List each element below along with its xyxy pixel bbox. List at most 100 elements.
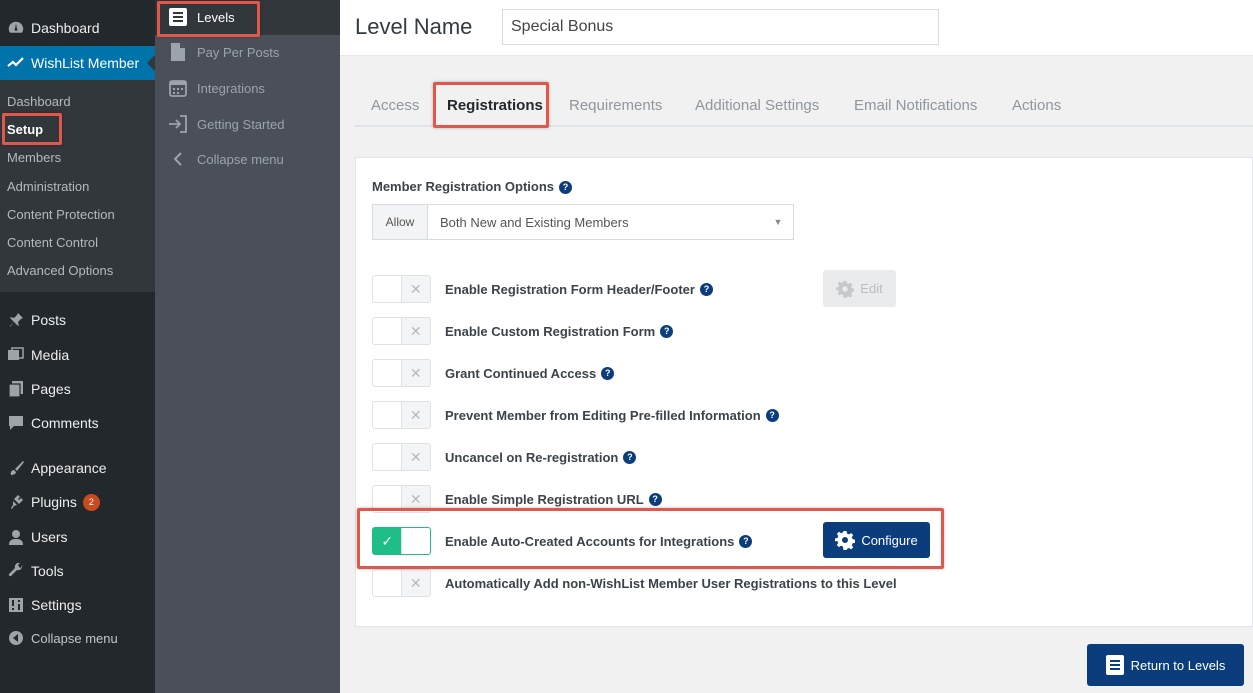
submenu-advanced-options[interactable]: Advanced Options [7, 263, 113, 278]
allow-registration-select[interactable]: Allow Both New and Existing Members ▼ [372, 204, 794, 240]
settings-sliders-icon [0, 597, 31, 613]
setting-label: Grant Continued Access [445, 365, 597, 381]
tab-actions[interactable]: Actions [1012, 97, 1061, 114]
wishlist-submenu: Dashboard Setup Members Administration C… [0, 80, 155, 292]
wl-menu-collapse[interactable]: Collapse menu [168, 149, 284, 169]
toggle-switch[interactable]: ✕ [372, 401, 431, 429]
toggle-switch[interactable]: ✕ [372, 443, 431, 471]
submenu-content-control[interactable]: Content Control [7, 235, 98, 250]
wl-menu-integrations[interactable]: Integrations [168, 78, 265, 98]
wl-menu-getting-started[interactable]: Getting Started [168, 114, 284, 134]
menu-comments-label: Comments [31, 415, 99, 431]
menu-settings-label: Settings [31, 597, 82, 613]
level-name-input[interactable] [502, 9, 939, 45]
wl-menu-pay-per-posts-label: Pay Per Posts [197, 44, 280, 60]
menu-users-label: Users [31, 529, 68, 545]
configure-button-label: Configure [861, 532, 918, 548]
help-icon[interactable]: ? [648, 492, 662, 506]
menu-wishlist-member[interactable]: WishList Member [0, 46, 155, 80]
tab-requirements[interactable]: Requirements [569, 97, 662, 114]
submenu-content-protection[interactable]: Content Protection [7, 207, 115, 222]
media-icon [0, 347, 31, 363]
x-icon: ✕ [409, 406, 422, 423]
menu-dashboard[interactable]: Dashboard [0, 11, 155, 45]
setting-label: Prevent Member from Editing Pre-filled I… [445, 407, 761, 423]
help-icon[interactable]: ? [699, 282, 713, 296]
toggle-switch[interactable]: ✕ [372, 317, 431, 345]
registrations-panel: Member Registration Options? Allow Both … [355, 157, 1253, 627]
edit-button-label: Edit [860, 281, 883, 296]
pin-icon [0, 312, 31, 328]
plug-icon [0, 494, 31, 510]
registration-options-heading: Member Registration Options? [372, 179, 573, 194]
help-icon[interactable]: ? [739, 534, 753, 548]
wp-collapse-menu[interactable]: Collapse menu [0, 621, 155, 655]
x-icon: ✕ [409, 322, 422, 339]
toggle-switch[interactable]: ✕ [372, 569, 431, 597]
menu-comments[interactable]: Comments [0, 406, 155, 440]
toggle-switch-on[interactable]: ✓ [372, 527, 431, 555]
level-header: Level Name [340, 0, 1253, 56]
setting-label: Enable Registration Form Header/Footer [445, 281, 695, 297]
menu-posts[interactable]: Posts [0, 303, 155, 337]
menu-pages[interactable]: Pages [0, 372, 155, 406]
toggle-switch[interactable]: ✕ [372, 359, 431, 387]
x-icon: ✕ [409, 490, 422, 507]
pages-icon [0, 381, 31, 397]
setting-label: Enable Simple Registration URL [445, 491, 644, 507]
wl-menu-integrations-label: Integrations [197, 80, 265, 96]
setting-row-prevent-editing: ✕ Prevent Member from Editing Pre-filled… [372, 401, 932, 429]
document-icon [168, 42, 188, 62]
menu-users[interactable]: Users [0, 520, 155, 554]
tab-access[interactable]: Access [371, 97, 419, 114]
menu-pages-label: Pages [31, 381, 71, 397]
setting-row-continued-access: ✕ Grant Continued Access ? [372, 359, 932, 387]
help-icon[interactable]: ? [660, 324, 674, 338]
toggle-switch[interactable]: ✕ [372, 485, 431, 513]
edit-button[interactable]: Edit [823, 270, 896, 307]
list-icon [168, 7, 188, 27]
wrench-icon [0, 563, 31, 579]
menu-plugins[interactable]: Plugins 2 [0, 485, 155, 519]
return-button-label: Return to Levels [1130, 657, 1226, 673]
level-name-title: Level Name [355, 14, 473, 39]
menu-tools[interactable]: Tools [0, 554, 155, 588]
sign-in-icon [168, 114, 188, 134]
submenu-setup[interactable]: Setup [7, 122, 43, 137]
menu-dashboard-label: Dashboard [31, 20, 100, 36]
help-icon[interactable]: ? [601, 366, 615, 380]
setting-row-auto-add-registrations: ✕ Automatically Add non-WishList Member … [372, 569, 1072, 597]
menu-settings[interactable]: Settings [0, 588, 155, 622]
allow-addon: Allow [373, 205, 428, 239]
setting-label: Enable Custom Registration Form [445, 323, 656, 339]
user-icon [0, 529, 31, 545]
help-icon[interactable]: ? [559, 180, 573, 194]
help-icon[interactable]: ? [623, 450, 637, 464]
tab-registrations[interactable]: Registrations [447, 97, 543, 114]
submenu-members[interactable]: Members [7, 150, 61, 165]
menu-wishlist-label: WishList Member [31, 55, 140, 71]
return-to-levels-button[interactable]: Return to Levels [1087, 644, 1244, 686]
menu-appearance[interactable]: Appearance [0, 451, 155, 485]
menu-tools-label: Tools [31, 563, 64, 579]
help-icon[interactable]: ? [765, 408, 779, 422]
wl-menu-getting-started-label: Getting Started [197, 116, 285, 132]
configure-button[interactable]: Configure [823, 522, 930, 558]
submenu-administration[interactable]: Administration [7, 179, 89, 194]
chevron-left-icon [168, 149, 188, 169]
tab-email-notifications[interactable]: Email Notifications [854, 97, 977, 114]
check-icon: ✓ [381, 532, 394, 549]
wl-menu-levels[interactable]: Levels [168, 7, 235, 27]
wl-menu-collapse-label: Collapse menu [197, 151, 284, 167]
x-icon: ✕ [409, 574, 422, 591]
menu-appearance-label: Appearance [31, 460, 107, 476]
wl-menu-pay-per-posts[interactable]: Pay Per Posts [168, 42, 279, 62]
menu-media[interactable]: Media [0, 338, 155, 372]
submenu-dashboard[interactable]: Dashboard [7, 94, 71, 109]
setting-label: Uncancel on Re-registration [445, 449, 619, 465]
setting-label: Automatically Add non-WishList Member Us… [445, 575, 897, 591]
tab-additional-settings[interactable]: Additional Settings [695, 97, 819, 114]
menu-plugins-label: Plugins [31, 494, 77, 510]
toggle-switch[interactable]: ✕ [372, 275, 431, 303]
setting-row-custom-form: ✕ Enable Custom Registration Form ? [372, 317, 932, 345]
